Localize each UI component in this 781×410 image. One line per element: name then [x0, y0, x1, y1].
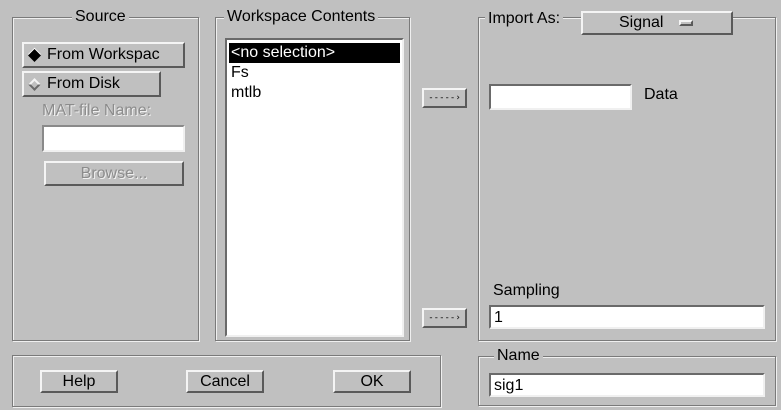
sampling-label: Sampling [493, 282, 560, 299]
list-item[interactable]: <no selection> [229, 43, 400, 63]
source-title: Source [72, 8, 129, 26]
import-type-menu[interactable]: Signal [581, 11, 733, 35]
matfile-label: MAT-file Name: [42, 102, 152, 119]
name-title: Name [494, 347, 543, 365]
sampling-input[interactable]: 1 [489, 305, 765, 329]
radio-selected-icon [28, 48, 41, 62]
from-workspace-radio[interactable]: From Workspac [22, 42, 185, 68]
option-menu-icon [679, 20, 694, 26]
list-item[interactable]: mtlb [229, 83, 400, 103]
ok-button[interactable]: OK [333, 370, 411, 393]
import-as-label: Import As: [485, 10, 564, 28]
matfile-name-input[interactable] [42, 125, 185, 152]
cancel-button[interactable]: Cancel [186, 370, 264, 393]
help-button[interactable]: Help [40, 370, 118, 393]
radio-unselected-icon [28, 77, 41, 91]
list-item[interactable]: Fs [229, 63, 400, 83]
arrow-right-icon: -----› [428, 313, 461, 323]
from-disk-radio[interactable]: From Disk [22, 71, 161, 97]
from-disk-label: From Disk [47, 75, 120, 92]
from-workspace-label: From Workspac [47, 46, 160, 63]
data-transfer-button[interactable]: -----› [422, 88, 467, 108]
sampling-transfer-button[interactable]: -----› [422, 308, 467, 328]
browse-button[interactable]: Browse... [44, 161, 184, 186]
name-input[interactable]: sig1 [489, 373, 765, 397]
data-input[interactable] [489, 84, 632, 110]
data-label: Data [644, 86, 678, 103]
arrow-right-icon: -----› [428, 93, 461, 103]
workspace-title: Workspace Contents [224, 8, 379, 26]
import-type-value: Signal [619, 14, 664, 31]
workspace-list[interactable]: <no selection> Fs mtlb [225, 38, 404, 337]
